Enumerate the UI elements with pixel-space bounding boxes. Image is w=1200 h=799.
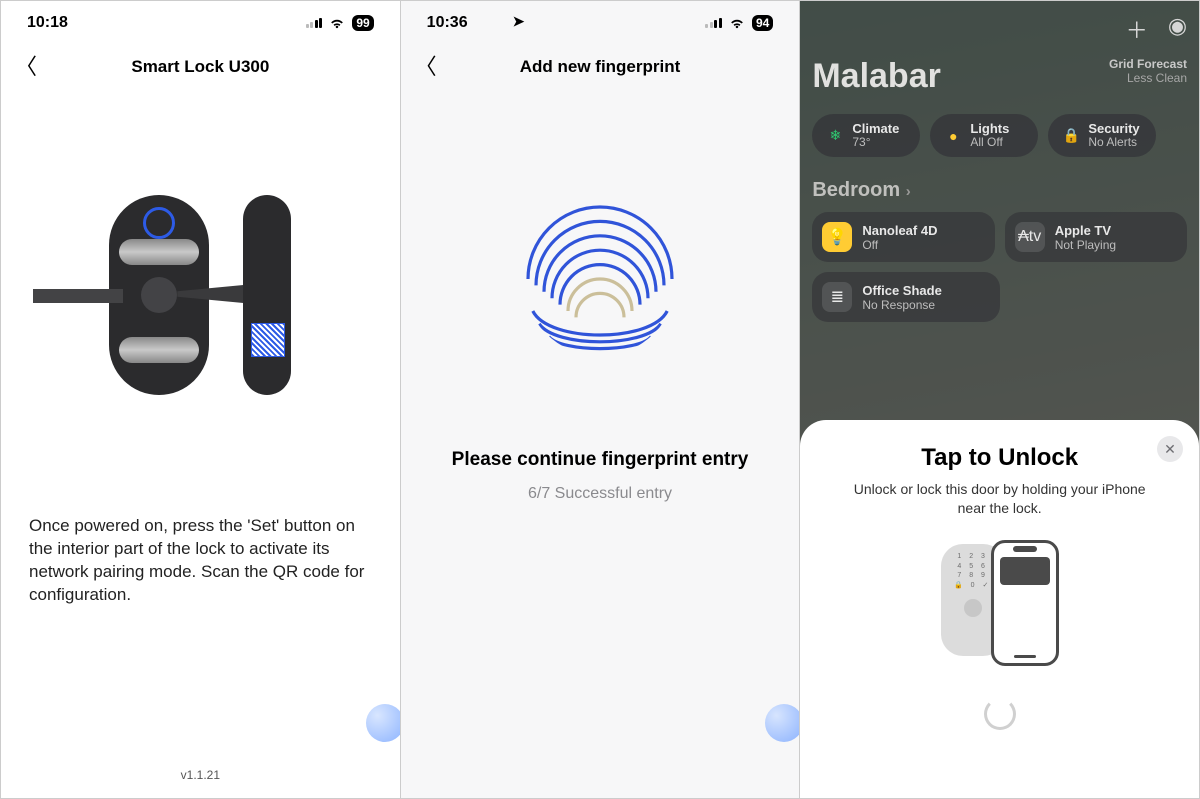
accessory-tile-nanoleaf-4d[interactable]: 💡 Nanoleaf 4DOff (812, 212, 994, 262)
pill-label: Climate (852, 122, 899, 136)
status-time: 10:36➤ (427, 14, 468, 32)
battery-slot (119, 239, 199, 265)
version-label: v1.1.21 (181, 768, 220, 782)
fingerprint-icon (520, 199, 680, 359)
status-pill-security[interactable]: 🔒 SecurityNo Alerts (1048, 114, 1156, 157)
accessory-icon: 💡 (822, 222, 852, 252)
location-icon: ➤ (513, 13, 525, 30)
nfc-illustration: 1 2 34 5 67 8 9🔒 0 ✓ (818, 544, 1181, 666)
home-name[interactable]: Malabar (812, 57, 941, 96)
accessory-icon: ≣ (822, 282, 852, 312)
fingerprint-progress: 6/7 Successful entry (401, 485, 800, 503)
add-button[interactable]: ＋ (1126, 13, 1148, 45)
lock-side-view (243, 195, 291, 395)
sheet-title: Tap to Unlock (818, 444, 1181, 472)
wifi-icon (329, 17, 345, 29)
tap-to-unlock-sheet: ✕ Tap to Unlock Unlock or lock this door… (800, 420, 1199, 798)
loading-spinner (984, 698, 1016, 730)
fingerprint-message: Please continue fingerprint entry (401, 449, 800, 471)
floating-badge[interactable] (765, 704, 800, 742)
accessory-status: Off (862, 238, 937, 252)
pill-sub: All Off (970, 136, 1009, 149)
status-pill-climate[interactable]: ❄︎ Climate73° (812, 114, 920, 157)
pill-label: Lights (970, 122, 1009, 136)
room-section-bedroom[interactable]: Bedroom › (812, 179, 1187, 202)
status-pill-lights[interactable]: ● LightsAll Off (930, 114, 1038, 157)
door-handle (33, 289, 123, 303)
lock-led-ring (143, 207, 175, 239)
qr-code-icon (251, 323, 285, 357)
accessory-name: Office Shade (862, 283, 941, 298)
cellular-icon (306, 18, 323, 28)
status-bar: 10:18 99 (1, 1, 400, 45)
accessory-name: Apple TV (1055, 223, 1116, 238)
back-button[interactable]: 〈 (415, 56, 437, 78)
screen-add-fingerprint: 10:36➤ 94 〈 Add new fingerprint (401, 1, 801, 798)
page-title: Smart Lock U300 (131, 57, 269, 77)
accessory-tile-office-shade[interactable]: ≣ Office ShadeNo Response (812, 272, 999, 322)
accessory-status: No Response (862, 298, 941, 312)
nav-bar: 〈 Smart Lock U300 (1, 45, 400, 89)
status-icon: ❄︎ (826, 127, 844, 145)
accessory-tile-apple-tv[interactable]: ₳tv Apple TVNot Playing (1005, 212, 1187, 262)
screen-home-app: ＋ ◉ Malabar Grid Forecast Less Clean ❄︎ C… (800, 1, 1199, 798)
status-bar: 10:36➤ 94 (401, 1, 800, 45)
status-time: 10:18 (27, 14, 68, 32)
accessory-icon: ₳tv (1015, 222, 1045, 252)
setup-instructions: Once powered on, press the 'Set' button … (1, 515, 400, 607)
pill-sub: No Alerts (1088, 136, 1139, 149)
back-button[interactable]: 〈 (15, 56, 37, 78)
close-button[interactable]: ✕ (1157, 436, 1183, 462)
accessory-name: Nanoleaf 4D (862, 223, 937, 238)
status-icon: ● (944, 127, 962, 145)
chevron-right-icon: › (906, 183, 911, 200)
screen-smart-lock-setup: 10:18 99 〈 Smart Lock U300 (1, 1, 401, 798)
pill-sub: 73° (852, 136, 899, 149)
battery-percent: 94 (752, 15, 773, 31)
status-icon: 🔒 (1062, 127, 1080, 145)
broadcast-button[interactable]: ◉ (1168, 13, 1187, 45)
accessory-status: Not Playing (1055, 238, 1116, 252)
nav-bar: 〈 Add new fingerprint (401, 45, 800, 89)
thumb-turn (141, 277, 177, 313)
cellular-icon (705, 18, 722, 28)
wifi-icon (729, 17, 745, 29)
iphone-icon (991, 540, 1059, 666)
floating-badge[interactable] (366, 704, 401, 742)
battery-slot (119, 337, 199, 363)
pill-label: Security (1088, 122, 1139, 136)
product-illustration (1, 145, 400, 445)
page-title: Add new fingerprint (520, 57, 681, 77)
battery-percent: 99 (352, 15, 373, 31)
sheet-subtitle: Unlock or lock this door by holding your… (818, 480, 1181, 518)
grid-forecast[interactable]: Grid Forecast Less Clean (1109, 57, 1187, 85)
